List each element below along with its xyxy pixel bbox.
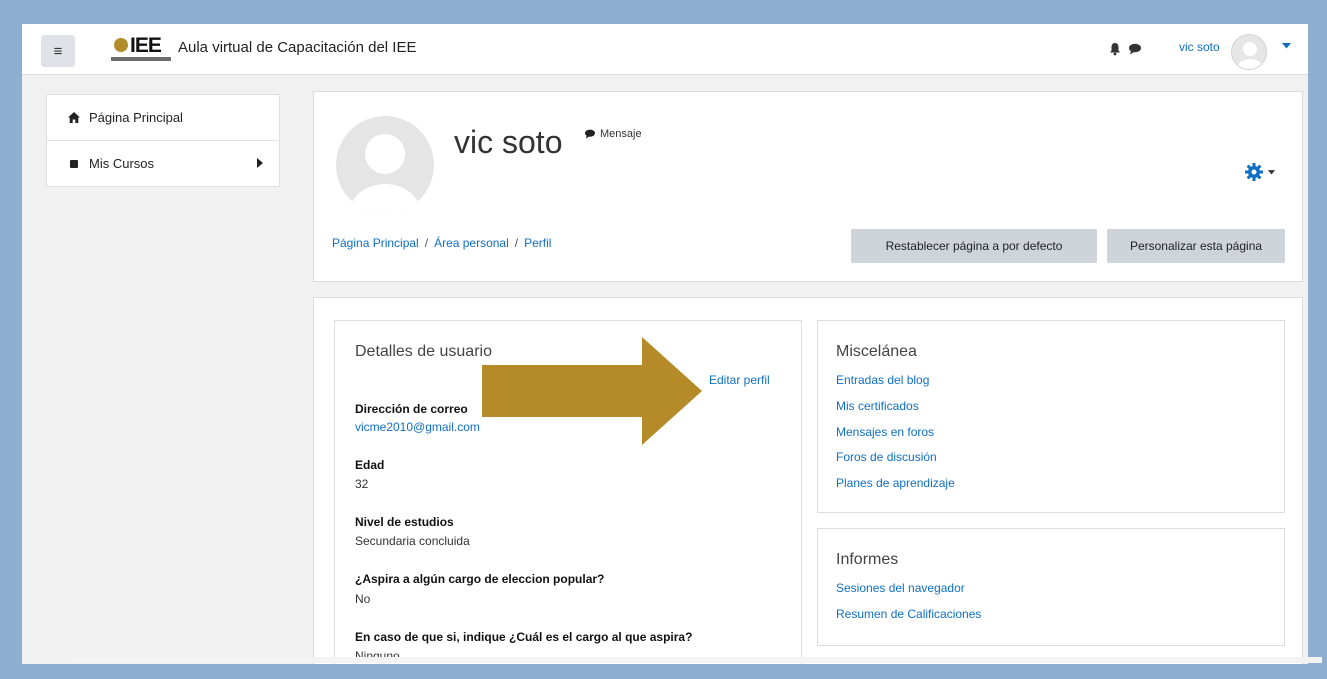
hamburger-icon: ≡ xyxy=(53,42,63,60)
chat-icon[interactable] xyxy=(1128,43,1142,55)
reports-link-sessions[interactable]: Sesiones del navegador xyxy=(836,581,965,595)
seal-icon xyxy=(114,38,128,52)
profile-name: vic soto xyxy=(454,124,563,160)
page-settings-menu[interactable] xyxy=(1244,162,1275,182)
misc-link-certificates[interactable]: Mis certificados xyxy=(836,399,919,413)
misc-link-forum-posts[interactable]: Mensajes en foros xyxy=(836,425,934,439)
bell-icon[interactable] xyxy=(1108,42,1122,56)
reset-page-button[interactable]: Restablecer página a por defecto xyxy=(851,229,1097,263)
misc-link-forums[interactable]: Foros de discusión xyxy=(836,450,937,464)
user-menu-name[interactable]: vic soto xyxy=(1179,40,1220,54)
user-avatar[interactable] xyxy=(1231,34,1267,70)
aspiration-label: ¿Aspira a algún cargo de eleccion popula… xyxy=(355,572,605,586)
nav-item-label: Página Principal xyxy=(89,110,183,125)
education-label: Nivel de estudios xyxy=(355,515,454,529)
aspiration-value: No xyxy=(355,592,371,606)
square-icon xyxy=(67,159,81,168)
menu-toggle-button[interactable]: ≡ xyxy=(41,35,75,67)
message-link[interactable]: Mensaje xyxy=(584,128,642,140)
gear-icon xyxy=(1245,163,1263,181)
age-value: 32 xyxy=(355,477,369,491)
home-icon xyxy=(67,112,81,123)
chevron-right-icon xyxy=(257,158,263,168)
chat-icon xyxy=(585,129,595,139)
misc-title: Miscelánea xyxy=(836,343,917,360)
breadcrumb-dashboard[interactable]: Área personal xyxy=(434,236,509,250)
misc-card: Miscelánea Entradas del blog Mis certifi… xyxy=(817,320,1285,513)
edit-profile-link[interactable]: Editar perfil xyxy=(709,373,770,387)
top-navbar: ≡ IEE Aula virtual de Capacitación del I… xyxy=(22,24,1308,75)
education-value: Secundaria concluida xyxy=(355,534,470,548)
profile-avatar xyxy=(336,116,434,214)
nav-item-label: Mis Cursos xyxy=(89,156,155,171)
reports-link-grades[interactable]: Resumen de Calificaciones xyxy=(836,607,981,621)
default-avatar-icon xyxy=(1237,42,1263,69)
customize-page-button[interactable]: Personalizar esta página xyxy=(1107,229,1285,263)
message-label: Mensaje xyxy=(600,128,642,140)
site-logo[interactable]: IEE xyxy=(111,34,179,68)
nav-item-my-courses[interactable]: Mis Cursos xyxy=(47,141,279,186)
email-label: Dirección de correo xyxy=(355,402,468,416)
chevron-down-icon xyxy=(1268,169,1275,174)
profile-content: Detalles de usuario Editar perfil Direcc… xyxy=(313,297,1303,664)
breadcrumb-home[interactable]: Página Principal xyxy=(332,236,419,250)
nav-item-home[interactable]: Página Principal xyxy=(47,95,279,141)
age-label: Edad xyxy=(355,458,385,472)
default-avatar-icon xyxy=(349,134,421,214)
left-nav-block: Página Principal Mis Cursos xyxy=(46,94,280,187)
arrow-annotation xyxy=(482,337,702,445)
reports-title: Informes xyxy=(836,551,899,568)
misc-link-blog[interactable]: Entradas del blog xyxy=(836,373,929,387)
email-value[interactable]: vicme2010@gmail.com xyxy=(355,420,480,434)
profile-header: vic soto Mensaje Página Principal / Área… xyxy=(313,91,1303,282)
reports-card: Informes Sesiones del navegador Resumen … xyxy=(817,528,1285,646)
breadcrumb-profile[interactable]: Perfil xyxy=(524,236,551,250)
breadcrumb: Página Principal / Área personal / Perfil xyxy=(332,236,552,250)
site-name[interactable]: Aula virtual de Capacitación del IEE xyxy=(178,39,416,56)
misc-link-learning-plans[interactable]: Planes de aprendizaje xyxy=(836,476,955,490)
chevron-down-icon[interactable] xyxy=(1282,43,1291,49)
user-details-title: Detalles de usuario xyxy=(355,343,492,360)
position-label: En caso de que si, indique ¿Cuál es el c… xyxy=(355,630,693,644)
